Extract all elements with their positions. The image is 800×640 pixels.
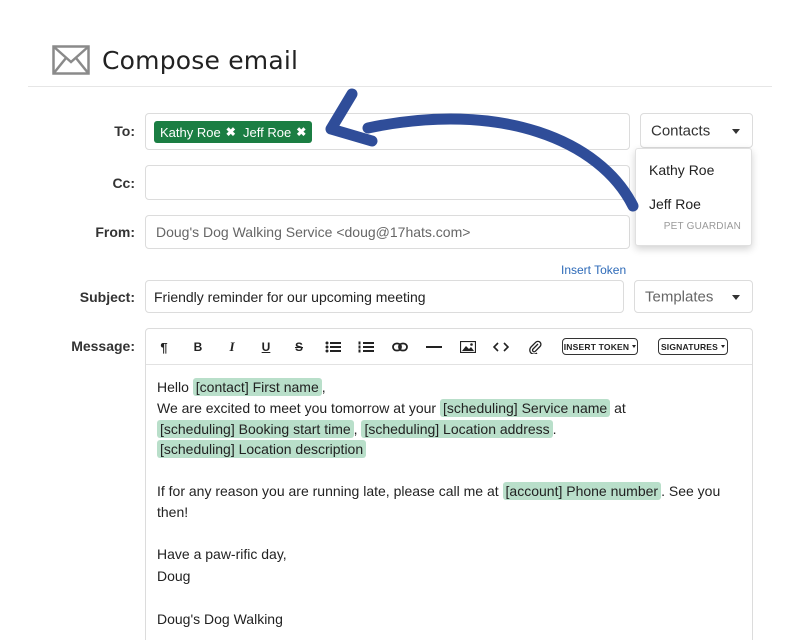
message-text: . See you [661,482,721,499]
remove-recipient-icon[interactable]: ✖ [296,125,306,139]
numbered-list-icon[interactable] [357,338,375,356]
to-field[interactable]: Kathy Roe ✖ Jeff Roe ✖ [145,113,630,150]
attachment-icon[interactable] [526,338,544,356]
remove-recipient-icon[interactable]: ✖ [226,125,236,139]
message-text: Doug [157,568,191,585]
underline-icon[interactable]: U [257,338,275,356]
token-contact-first-name[interactable]: [contact] First name [192,378,322,396]
token-scheduling-location-address[interactable]: [scheduling] Location address [361,419,553,438]
message-line: We are excited to meet you tomorrow at y… [157,398,747,419]
link-icon[interactable] [391,338,409,356]
recipient-chip-kathy: Kathy Roe ✖ [154,121,242,143]
message-line: then! [157,502,747,523]
templates-select[interactable]: Templates [634,280,753,313]
caret-down-icon [721,345,726,348]
signatures-button[interactable]: SIGNATURES [658,338,728,355]
to-label: To: [114,123,135,139]
contact-option-kathy[interactable]: Kathy Roe [649,162,714,178]
message-line: Have a paw-rific day, [157,544,747,565]
header-divider [28,86,772,87]
token-scheduling-service-name[interactable]: [scheduling] Service name [439,398,611,417]
contact-option-jeff[interactable]: Jeff Roe [649,196,701,212]
recipient-chip-label: Kathy Roe [160,124,221,140]
token-scheduling-location-description[interactable]: [scheduling] Location description [157,440,367,459]
message-text: Hello [157,379,193,395]
contact-role: PET GUARDIAN [663,221,741,232]
insert-token-link[interactable]: Insert Token [561,263,626,277]
italic-icon[interactable]: I [223,338,241,356]
contacts-select[interactable]: Contacts [640,113,753,148]
insert-token-button[interactable]: INSERT TOKEN [562,338,638,355]
bold-icon[interactable]: B [189,338,207,356]
recipient-chip-label: Jeff Roe [243,124,292,140]
message-text: . [552,420,557,437]
contacts-select-label: Contacts [651,122,711,139]
message-text: Doug's Dog Walking [157,610,283,627]
message-text: If for any reason you are running late, … [157,482,503,499]
from-value: Doug's Dog Walking Service <doug@17hats.… [156,224,471,240]
token-scheduling-booking-start[interactable]: [scheduling] Booking start time [157,419,354,438]
signatures-button-label: SIGNATURES [660,341,719,352]
page-header: Compose email [52,40,298,80]
subject-label: Subject: [79,289,135,305]
cc-label: Cc: [112,175,135,191]
message-line: [scheduling] Booking start time, [schedu… [157,419,747,440]
token-account-phone-number[interactable]: [account] Phone number [502,481,662,500]
message-text: We are excited to meet you tomorrow at y… [157,399,440,416]
image-icon[interactable] [459,338,477,356]
message-label: Message: [71,338,135,354]
chevron-down-icon [732,128,740,134]
message-editor[interactable]: ¶ B I U S INSERT TOKEN SIGNATURES Hello … [145,328,753,640]
caret-down-icon [632,345,637,348]
horizontal-rule-icon[interactable] [425,338,443,356]
message-text: then! [157,503,189,520]
message-line: [scheduling] Location description [157,439,747,460]
message-line: Doug [157,566,747,587]
cc-field[interactable] [145,165,630,200]
message-line: If for any reason you are running late, … [157,481,747,502]
message-line: Doug's Dog Walking [157,609,747,630]
page-title: Compose email [102,45,299,75]
subject-value: Friendly reminder for our upcoming meeti… [154,288,426,305]
envelope-icon [52,45,90,75]
message-text: at [610,399,626,416]
templates-select-label: Templates [645,288,714,305]
paragraph-icon[interactable]: ¶ [155,338,173,356]
from-label: From: [95,224,135,240]
strikethrough-icon[interactable]: S [290,338,308,356]
subject-input[interactable]: Friendly reminder for our upcoming meeti… [145,280,624,313]
editor-toolbar: ¶ B I U S INSERT TOKEN SIGNATURES [146,329,752,365]
recipient-chip-jeff: Jeff Roe ✖ [237,121,313,143]
contacts-dropdown: Kathy Roe Jeff Roe PET GUARDIAN [635,148,752,246]
bullet-list-icon[interactable] [324,338,342,356]
insert-token-button-label: INSERT TOKEN [563,341,630,352]
message-line: Hello [contact] First name, [157,377,747,398]
message-text: Have a paw-rific day, [157,546,287,563]
from-field[interactable]: Doug's Dog Walking Service <doug@17hats.… [145,215,630,249]
code-icon[interactable] [492,338,510,356]
message-text: , [321,379,326,395]
message-body[interactable]: Hello [contact] First name, We are excit… [157,377,747,630]
chevron-down-icon [732,294,740,300]
